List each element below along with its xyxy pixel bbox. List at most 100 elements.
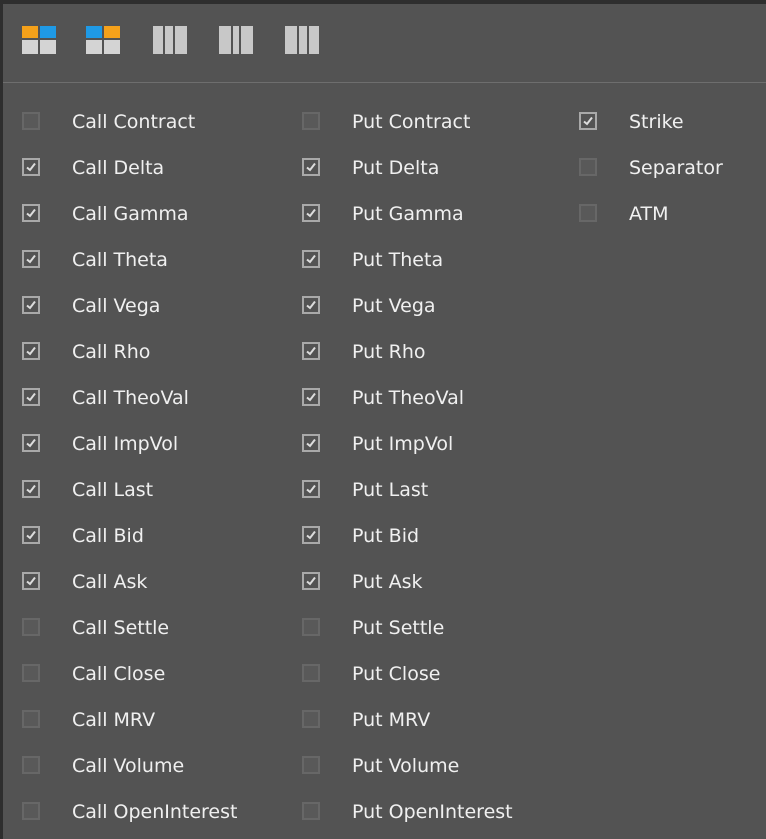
column-option[interactable]: Put Close (283, 653, 543, 699)
checkbox-checked[interactable] (302, 342, 320, 360)
column-option[interactable]: Put ImpVol (283, 423, 543, 469)
column-option[interactable]: Call Ask (3, 561, 263, 607)
layout-button-1[interactable] (22, 26, 56, 54)
column-option[interactable]: Strike (560, 101, 766, 147)
column-option[interactable]: Call Theta (3, 239, 263, 285)
layout-button-2[interactable] (86, 26, 120, 54)
checkbox-checked[interactable] (302, 434, 320, 452)
layout-button-5[interactable] (285, 26, 319, 54)
column-option[interactable]: ATM (560, 193, 766, 239)
column-option-label: Put ImpVol (352, 433, 454, 455)
checkbox-unchecked[interactable] (302, 756, 320, 774)
checkbox-checked[interactable] (302, 158, 320, 176)
column-option-label: Call Last (72, 479, 154, 501)
column-option[interactable]: Put MRV (283, 699, 543, 745)
column-option[interactable]: Put Bid (283, 515, 543, 561)
checkmark-icon (306, 392, 316, 402)
layout-orange-left-blue-right-icon (22, 26, 56, 54)
checkbox-unchecked[interactable] (22, 664, 40, 682)
column-option[interactable]: Call MRV (3, 699, 263, 745)
column-option[interactable]: Put Rho (283, 331, 543, 377)
column-option[interactable]: Call OpenInterest (3, 791, 263, 837)
layout-button-4[interactable] (219, 26, 253, 54)
column-option[interactable]: Call Gamma (3, 193, 263, 239)
checkmark-icon (26, 576, 36, 586)
checkbox-unchecked[interactable] (302, 802, 320, 820)
column-option-label: Put Ask (352, 571, 423, 593)
checkbox-unchecked[interactable] (22, 802, 40, 820)
column-option[interactable]: Put Delta (283, 147, 543, 193)
column-option[interactable]: Put TheoVal (283, 377, 543, 423)
column-option[interactable]: Call Last (3, 469, 263, 515)
column-option[interactable]: Put Vega (283, 285, 543, 331)
checkbox-unchecked[interactable] (302, 710, 320, 728)
column-option-label: Put MRV (352, 709, 431, 731)
checkmark-icon (26, 392, 36, 402)
checkbox-unchecked[interactable] (22, 618, 40, 636)
checkbox-checked[interactable] (22, 158, 40, 176)
checkbox-checked[interactable] (302, 526, 320, 544)
column-option[interactable]: Put Ask (283, 561, 543, 607)
column-option[interactable]: Put Gamma (283, 193, 543, 239)
column-option[interactable]: Put Settle (283, 607, 543, 653)
column-option[interactable]: Put OpenInterest (283, 791, 543, 837)
column-option-label: Put Vega (352, 295, 436, 317)
checkbox-checked[interactable] (22, 250, 40, 268)
checkmark-icon (306, 484, 316, 494)
layout-button-3[interactable] (153, 26, 187, 54)
column-option[interactable]: Call ImpVol (3, 423, 263, 469)
column-option[interactable]: Call Settle (3, 607, 263, 653)
checkmark-icon (26, 438, 36, 448)
column-option[interactable]: Put Theta (283, 239, 543, 285)
checkmark-icon (583, 116, 593, 126)
column-option[interactable]: Call Rho (3, 331, 263, 377)
layout-split-center-icon (219, 26, 253, 54)
column-option-label: Call Bid (72, 525, 144, 547)
column-option[interactable]: Call TheoVal (3, 377, 263, 423)
checkbox-checked[interactable] (22, 342, 40, 360)
checkbox-checked[interactable] (22, 526, 40, 544)
checkbox-checked[interactable] (302, 204, 320, 222)
checkmark-icon (26, 254, 36, 264)
column-option[interactable]: Call Vega (3, 285, 263, 331)
layout-toolbar (3, 4, 766, 83)
checkbox-checked[interactable] (302, 250, 320, 268)
checkbox-checked[interactable] (22, 204, 40, 222)
column-option[interactable]: Put Last (283, 469, 543, 515)
checkbox-checked[interactable] (302, 480, 320, 498)
column-option[interactable]: Call Close (3, 653, 263, 699)
checkbox-unchecked[interactable] (302, 664, 320, 682)
column-option[interactable]: Call Volume (3, 745, 263, 791)
column-option[interactable]: Put Volume (283, 745, 543, 791)
checkbox-checked[interactable] (302, 572, 320, 590)
checkmark-icon (26, 208, 36, 218)
checkbox-unchecked[interactable] (22, 710, 40, 728)
checkbox-unchecked[interactable] (579, 158, 597, 176)
checkmark-icon (306, 300, 316, 310)
column-option[interactable]: Call Contract (3, 101, 263, 147)
column-option-label: Put Theta (352, 249, 444, 271)
checkbox-checked[interactable] (579, 112, 597, 130)
column-option[interactable]: Put Contract (283, 101, 543, 147)
checkbox-unchecked[interactable] (22, 756, 40, 774)
column-option-label: Call Rho (72, 341, 151, 363)
checkbox-unchecked[interactable] (579, 204, 597, 222)
column-option[interactable]: Separator (560, 147, 766, 193)
checkbox-checked[interactable] (22, 572, 40, 590)
column-option[interactable]: Call Delta (3, 147, 263, 193)
checkbox-checked[interactable] (22, 296, 40, 314)
column-option-label: Separator (629, 157, 723, 179)
layout-split-left-icon (153, 26, 187, 54)
checkbox-checked[interactable] (302, 296, 320, 314)
checkbox-checked[interactable] (22, 434, 40, 452)
checkmark-icon (26, 346, 36, 356)
checkbox-unchecked[interactable] (22, 112, 40, 130)
column-option[interactable]: Call Bid (3, 515, 263, 561)
column-option-label: Call Ask (72, 571, 148, 593)
checkbox-checked[interactable] (22, 480, 40, 498)
checkbox-checked[interactable] (22, 388, 40, 406)
checkbox-unchecked[interactable] (302, 618, 320, 636)
checkbox-unchecked[interactable] (302, 112, 320, 130)
checkbox-checked[interactable] (302, 388, 320, 406)
column-option-label: Put Gamma (352, 203, 464, 225)
